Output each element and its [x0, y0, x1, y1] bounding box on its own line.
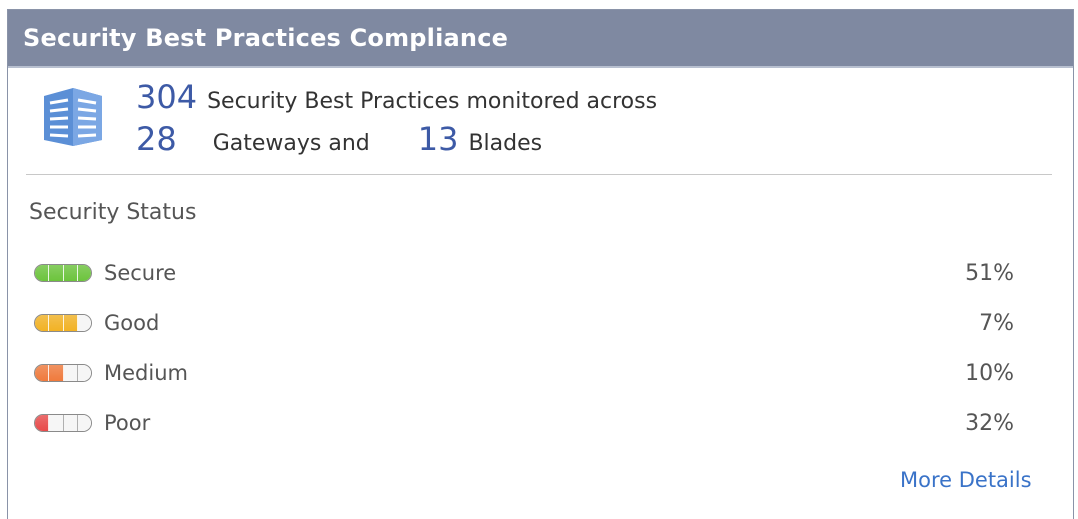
indicator-segment: [35, 315, 50, 331]
status-percent: 10%: [965, 360, 1014, 386]
indicator-segment: [49, 365, 64, 381]
status-label: Good: [104, 311, 160, 335]
summary-section: 304 Security Best Practices monitored ac…: [36, 78, 1036, 168]
indicator-segment: [35, 365, 50, 381]
status-percent: 32%: [965, 410, 1014, 436]
indicator-segment: [77, 365, 91, 381]
indicator-segment: [63, 315, 78, 331]
more-details-link[interactable]: More Details: [900, 468, 1032, 492]
blades-text: Blades: [468, 131, 543, 156]
status-level-indicator-icon: [34, 364, 92, 382]
status-level-indicator-icon: [34, 264, 92, 282]
divider: [26, 174, 1052, 175]
indicator-segment: [35, 415, 50, 431]
indicator-segment: [63, 365, 78, 381]
status-percent: 7%: [979, 310, 1014, 336]
practices-text: Security Best Practices monitored across: [207, 89, 658, 114]
status-row-poor: Poor 32%: [34, 407, 1014, 439]
status-label: Medium: [104, 361, 188, 385]
indicator-segment: [63, 415, 78, 431]
status-row-secure: Secure 51%: [34, 257, 1014, 289]
indicator-segment: [49, 415, 64, 431]
summary-line-gateways: 28 Gateways and 13 Blades: [136, 120, 542, 160]
server-rack-icon: [44, 88, 102, 146]
indicator-segment: [77, 415, 91, 431]
status-label: Secure: [104, 261, 177, 285]
security-status-title: Security Status: [29, 200, 197, 225]
practices-count: 304: [136, 78, 198, 116]
indicator-segment: [49, 315, 64, 331]
status-percent: 51%: [965, 260, 1014, 286]
indicator-segment: [77, 315, 91, 331]
indicator-segment: [49, 265, 64, 281]
status-level-indicator-icon: [34, 414, 92, 432]
status-row-medium: Medium 10%: [34, 357, 1014, 389]
summary-line-practices: 304 Security Best Practices monitored ac…: [136, 78, 657, 118]
indicator-segment: [77, 265, 91, 281]
gateways-text: Gateways and: [212, 131, 370, 156]
status-row-good: Good 7%: [34, 307, 1014, 339]
status-label: Poor: [104, 411, 151, 435]
indicator-segment: [35, 265, 50, 281]
status-level-indicator-icon: [34, 314, 92, 332]
panel-header: Security Best Practices Compliance: [8, 10, 1073, 68]
panel-title: Security Best Practices Compliance: [23, 24, 509, 52]
indicator-segment: [63, 265, 78, 281]
blades-count: 13: [417, 120, 459, 158]
gateways-count: 28: [136, 120, 177, 158]
